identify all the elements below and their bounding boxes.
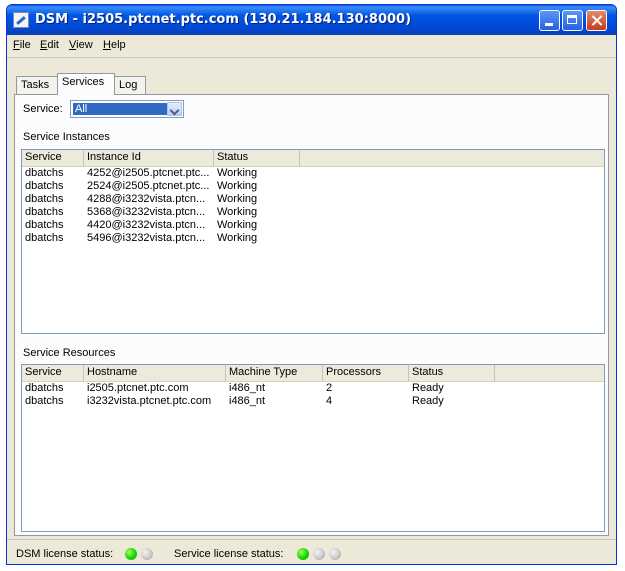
- table-cell: 5368@i3232vista.ptcn...: [87, 206, 206, 218]
- table-cell: dbatchs: [25, 232, 64, 244]
- table-cell: Working: [217, 180, 258, 192]
- gray-status-light-icon: [313, 548, 325, 560]
- table-cell: Working: [217, 206, 258, 218]
- menu-view[interactable]: View: [69, 39, 93, 51]
- service-filter-label: Service:: [23, 103, 63, 115]
- service-filter-value: All: [73, 103, 167, 115]
- table-cell: i3232vista.ptcnet.ptc.com: [87, 395, 212, 407]
- tab-log[interactable]: Log: [114, 76, 146, 94]
- table-cell: Working: [217, 232, 258, 244]
- table-cell: dbatchs: [25, 193, 64, 205]
- table-cell: Working: [217, 193, 258, 205]
- col-status[interactable]: Status: [409, 365, 495, 381]
- green-status-light-icon: [125, 548, 137, 560]
- dsm-window: DSM - i2505.ptcnet.ptc.com (130.21.184.1…: [6, 4, 617, 565]
- table-row[interactable]: dbatchs i2505.ptcnet.ptc.com i486_nt 2 Ready: [22, 382, 604, 395]
- resources-list[interactable]: Service Hostname Machine Type Processors…: [21, 364, 605, 532]
- col-status[interactable]: Status: [214, 150, 300, 166]
- table-row[interactable]: dbatchs 2524@i2505.ptcnet.ptc... Working: [22, 180, 604, 193]
- table-cell: Working: [217, 167, 258, 179]
- table-cell: 4: [326, 395, 333, 407]
- table-cell: 4252@i2505.ptcnet.ptc...: [87, 167, 210, 179]
- table-cell: dbatchs: [25, 180, 64, 192]
- table-cell: i486_nt: [229, 395, 266, 407]
- table-row[interactable]: dbatchs 5368@i3232vista.ptcn... Working: [22, 206, 604, 219]
- window-title: DSM - i2505.ptcnet.ptc.com (130.21.184.1…: [35, 12, 412, 27]
- dsm-license-label: DSM license status:: [16, 548, 114, 560]
- table-cell: Ready: [412, 382, 444, 394]
- table-cell: Working: [217, 219, 258, 231]
- close-button[interactable]: [586, 10, 607, 31]
- table-row[interactable]: dbatchs 5496@i3232vista.ptcn... Working: [22, 232, 604, 245]
- resources-header: Service Hostname Machine Type Processors…: [22, 365, 604, 382]
- green-status-light-icon: [297, 548, 309, 560]
- table-cell: 4420@i3232vista.ptcn...: [87, 219, 206, 231]
- chevron-down-icon[interactable]: [167, 102, 182, 116]
- table-cell: dbatchs: [25, 219, 64, 231]
- service-license-label: Service license status:: [174, 548, 284, 560]
- gray-status-light-icon: [141, 548, 153, 560]
- menu-help[interactable]: Help: [103, 39, 126, 51]
- tab-services[interactable]: Services: [57, 73, 115, 95]
- table-cell: dbatchs: [25, 382, 64, 394]
- table-cell: dbatchs: [25, 206, 64, 218]
- table-row[interactable]: dbatchs i3232vista.ptcnet.ptc.com i486_nt 4…: [22, 395, 604, 408]
- table-cell: 2524@i2505.ptcnet.ptc...: [87, 180, 210, 192]
- col-processors[interactable]: Processors: [323, 365, 409, 381]
- services-panel: Service: All Service Instances Service I…: [14, 94, 609, 536]
- table-cell: dbatchs: [25, 395, 64, 407]
- table-cell: i2505.ptcnet.ptc.com: [87, 382, 189, 394]
- table-cell: dbatchs: [25, 167, 64, 179]
- instances-label: Service Instances: [23, 131, 110, 143]
- resources-body: dbatchs i2505.ptcnet.ptc.com i486_nt 2 Ready…: [22, 382, 604, 408]
- table-cell: 5496@i3232vista.ptcn...: [87, 232, 206, 244]
- minimize-button[interactable]: [539, 10, 560, 31]
- status-bar: DSM license status: Service license stat…: [7, 539, 616, 564]
- table-cell: 2: [326, 382, 333, 394]
- col-machine-type[interactable]: Machine Type: [226, 365, 323, 381]
- service-filter-select[interactable]: All: [70, 100, 184, 118]
- table-row[interactable]: dbatchs 4252@i2505.ptcnet.ptc... Working: [22, 167, 604, 180]
- resources-label: Service Resources: [23, 347, 116, 359]
- col-instance-id[interactable]: Instance Id: [84, 150, 214, 166]
- table-row[interactable]: dbatchs 4420@i3232vista.ptcn... Working: [22, 219, 604, 232]
- instances-list[interactable]: Service Instance Id Status dbatchs 4252@i…: [21, 149, 605, 334]
- col-hostname[interactable]: Hostname: [84, 365, 226, 381]
- table-row[interactable]: dbatchs 4288@i3232vista.ptcn... Working: [22, 193, 604, 206]
- maximize-button[interactable]: [562, 10, 583, 31]
- table-cell: Ready: [412, 395, 444, 407]
- menu-bar: File Edit View Help: [7, 35, 616, 58]
- col-service[interactable]: Service: [22, 365, 84, 381]
- title-bar[interactable]: DSM - i2505.ptcnet.ptc.com (130.21.184.1…: [7, 5, 616, 35]
- menu-file[interactable]: File: [13, 39, 31, 51]
- table-cell: 4288@i3232vista.ptcn...: [87, 193, 206, 205]
- instances-body: dbatchs 4252@i2505.ptcnet.ptc... Working db…: [22, 167, 604, 245]
- menu-edit[interactable]: Edit: [40, 39, 59, 51]
- col-empty: [495, 365, 604, 381]
- tab-tasks[interactable]: Tasks: [16, 76, 58, 94]
- table-cell: i486_nt: [229, 382, 266, 394]
- app-icon: [13, 12, 29, 28]
- col-service[interactable]: Service: [22, 150, 84, 166]
- gray-status-light-icon: [329, 548, 341, 560]
- instances-header: Service Instance Id Status: [22, 150, 604, 167]
- col-empty: [300, 150, 604, 166]
